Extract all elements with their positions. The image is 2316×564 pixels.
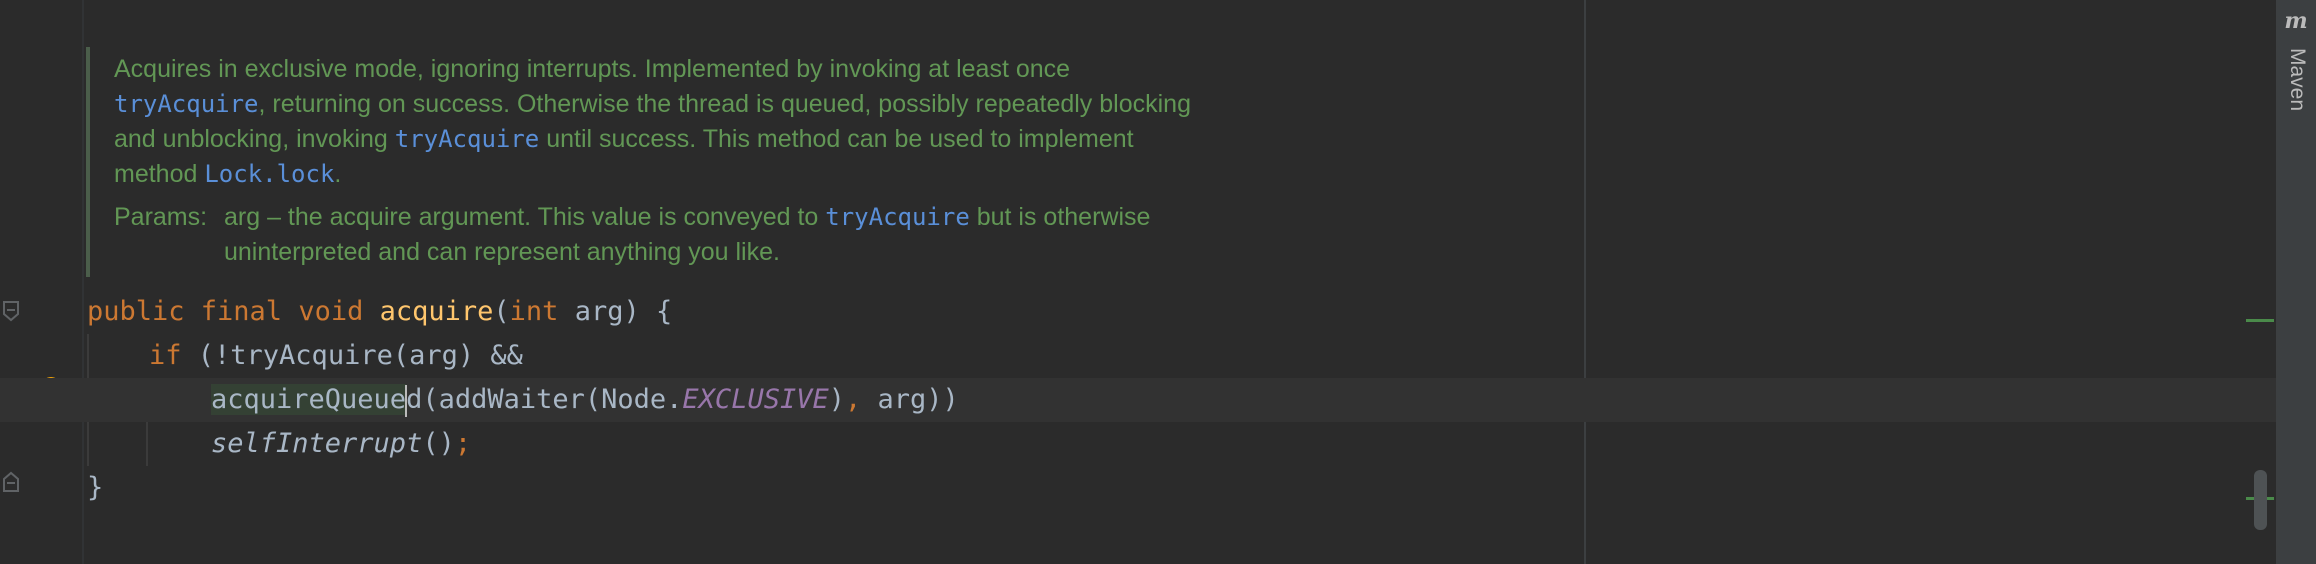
code-line-4[interactable]: selfInterrupt(); <box>0 422 2276 466</box>
rendered-javadoc: Acquires in exclusive mode, ignoring int… <box>86 47 1510 277</box>
code-line-5[interactable]: } <box>0 466 2276 510</box>
params-label: Params: <box>114 203 208 231</box>
doc-link-lock-lock[interactable]: Lock.lock <box>204 160 334 188</box>
code-line-1[interactable]: public final void acquire(int arg) { <box>0 290 2276 334</box>
doc-link-tryacquire[interactable]: tryAcquire <box>395 125 540 153</box>
method-name: acquire <box>379 296 494 327</box>
code-editor[interactable]: Acquires in exclusive mode, ignoring int… <box>0 0 2276 564</box>
code-line-2[interactable]: if (!tryAcquire(arg) && <box>0 334 2276 378</box>
javadoc-description: Acquires in exclusive mode, ignoring int… <box>114 55 1191 188</box>
maven-icon[interactable]: m <box>2281 8 2311 34</box>
vertical-scrollbar[interactable] <box>2254 470 2267 530</box>
change-marker[interactable] <box>2246 319 2274 322</box>
maven-tool-window-button[interactable]: Maven <box>2283 48 2313 148</box>
code-line-3-current[interactable]: acquireQueued(addWaiter(Node.EXCLUSIVE),… <box>0 378 2276 422</box>
doc-link-tryacquire[interactable]: tryAcquire <box>825 203 970 231</box>
doc-link-tryacquire[interactable]: tryAcquire <box>114 90 259 118</box>
identifier-highlight: acquireQueue <box>211 384 407 415</box>
param-description: arg – the acquire argument. This value i… <box>224 203 1151 266</box>
